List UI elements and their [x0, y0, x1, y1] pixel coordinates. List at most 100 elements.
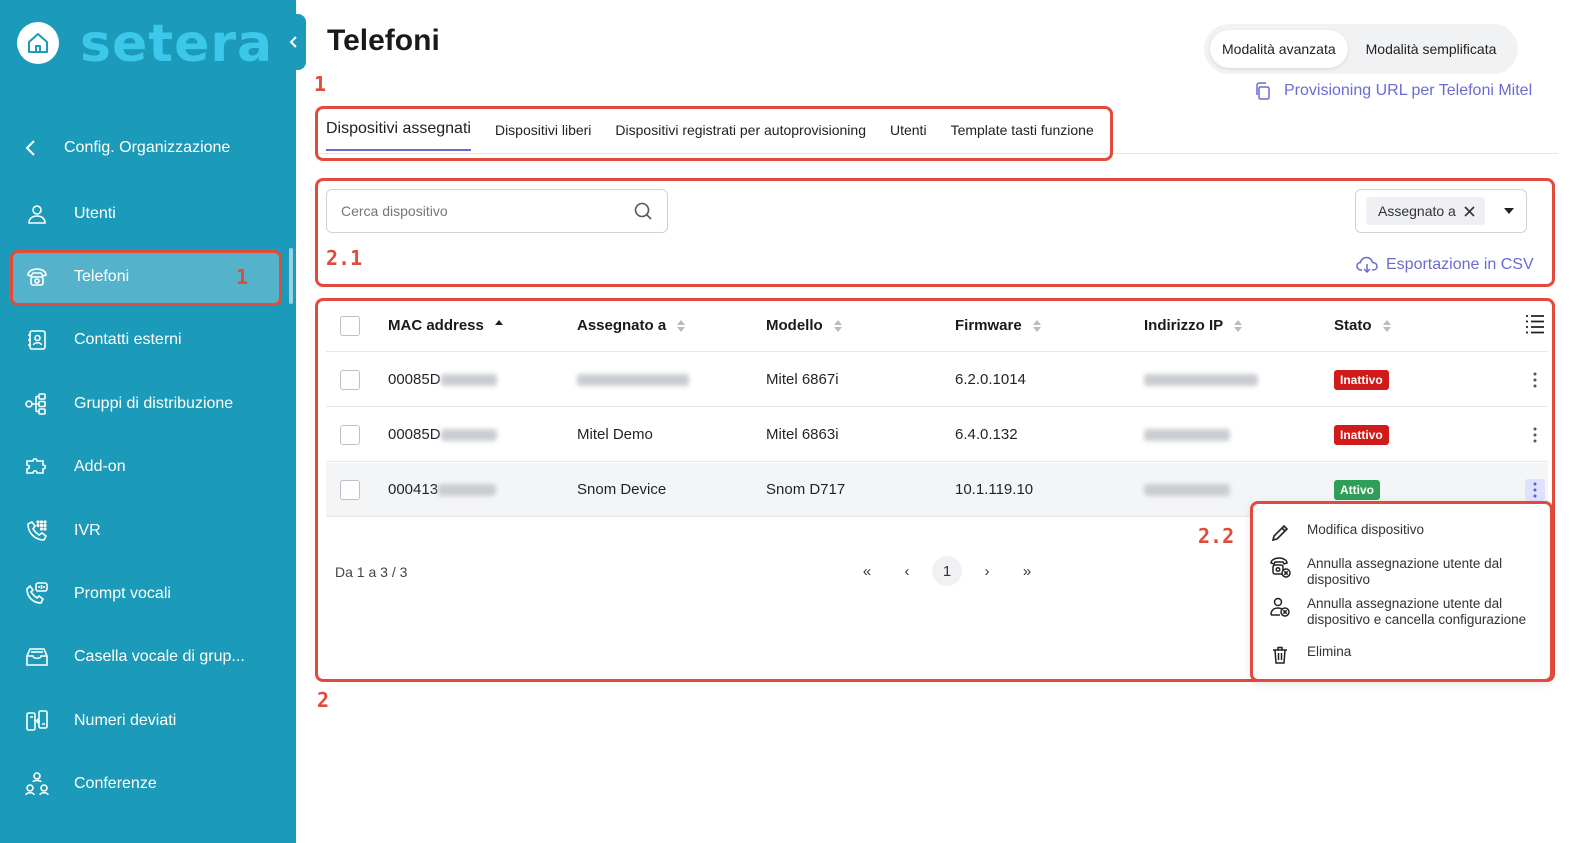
puzzle-icon	[26, 458, 47, 475]
row-checkbox[interactable]	[340, 424, 360, 445]
assigned-filter-select[interactable]: Assegnato a	[1355, 189, 1527, 233]
kebab-menu-icon	[1533, 482, 1537, 497]
hierarchy-icon	[25, 393, 46, 415]
redacted-text	[440, 429, 497, 442]
sort-icon	[1032, 319, 1041, 332]
column-header-status[interactable]: Stato	[1334, 317, 1392, 334]
sidebar-item-telefoni[interactable]: Telefoni 1	[0, 245, 296, 308]
chevron-left-icon	[25, 140, 35, 156]
annotation-tabs: 1	[314, 72, 327, 96]
sidebar-item-add-on[interactable]: Add-on	[0, 436, 296, 499]
tab-dispositivi-assegnati[interactable]: Dispositivi assegnati	[326, 120, 471, 151]
next-page-button[interactable]: ›	[972, 556, 1002, 586]
cell-model: Mitel 6867i	[766, 371, 839, 388]
row-actions-button[interactable]	[1525, 369, 1545, 391]
tab-template-tasti[interactable]: Template tasti funzione	[951, 122, 1094, 152]
pencil-icon	[1271, 524, 1289, 542]
sidebar-item-label: Add-on	[74, 458, 126, 476]
table-row[interactable]: 00085D Mitel 6867i 6.2.0.1014 Inattivo	[326, 353, 1548, 407]
csv-export-link[interactable]: Esportazione in CSV	[1356, 256, 1534, 274]
cell-status: Attivo	[1334, 479, 1380, 500]
sidebar-item-contatti-esterni[interactable]: Contatti esterni	[0, 309, 296, 372]
caret-down-icon[interactable]	[1503, 207, 1515, 215]
table-row[interactable]: 00085D Mitel Demo Mitel 6863i 6.4.0.132 …	[326, 408, 1548, 462]
first-page-button[interactable]: «	[852, 556, 882, 586]
column-header-ip[interactable]: Indirizzo IP	[1144, 317, 1243, 334]
home-button[interactable]	[17, 22, 59, 64]
column-header-model[interactable]: Modello	[766, 317, 843, 334]
column-header-assigned[interactable]: Assegnato a	[577, 317, 686, 334]
row-checkbox[interactable]	[340, 479, 360, 500]
menu-item-label: Annulla assegnazione utente dal disposit…	[1307, 596, 1527, 627]
sidebar-item-casella-vocale[interactable]: Casella vocale di grup...	[0, 626, 296, 689]
voice-prompt-icon	[26, 582, 48, 604]
sidebar-item-label: Casella vocale di grup...	[74, 648, 245, 666]
provisioning-link-label: Provisioning URL per Telefoni Mitel	[1284, 82, 1533, 99]
column-header-label: Assegnato a	[577, 317, 667, 334]
pagination: « ‹ 1 › »	[852, 556, 1042, 586]
sort-icon	[677, 319, 686, 332]
menu-item-delete[interactable]: Elimina	[1269, 644, 1351, 666]
mode-simple-button[interactable]: Modalità semplificata	[1354, 30, 1509, 68]
sidebar-item-label: Prompt vocali	[74, 585, 171, 603]
tab-utenti[interactable]: Utenti	[890, 122, 927, 152]
sidebar-scrollbar[interactable]	[289, 248, 293, 304]
mode-advanced-button[interactable]: Modalità avanzata	[1210, 30, 1348, 68]
last-page-button[interactable]: »	[1012, 556, 1042, 586]
tabs: Dispositivi assegnati Dispositivi liberi…	[326, 120, 1094, 152]
collapse-sidebar-button[interactable]	[282, 14, 306, 70]
status-badge: Inattivo	[1334, 369, 1389, 390]
column-header-firmware[interactable]: Firmware	[955, 317, 1042, 334]
sidebar-item-label: Telefoni	[74, 268, 130, 286]
redacted-text	[440, 374, 497, 387]
annotation-menu: 2.2	[1198, 524, 1235, 548]
sort-icon	[833, 319, 842, 332]
redacted-text	[577, 374, 689, 387]
sidebar-item-gruppi-distribuzione[interactable]: Gruppi di distribuzione	[0, 372, 296, 435]
tab-dispositivi-liberi[interactable]: Dispositivi liberi	[495, 122, 591, 152]
menu-item-label: Annulla assegnazione utente dal disposit…	[1307, 556, 1503, 587]
filter-chip: Assegnato a	[1366, 197, 1485, 225]
cell-status: Inattivo	[1334, 369, 1389, 390]
column-header-label: Firmware	[955, 317, 1022, 334]
column-header-mac[interactable]: MAC address	[388, 317, 504, 334]
provisioning-url-link[interactable]: Provisioning URL per Telefoni Mitel	[1254, 82, 1532, 100]
csv-export-label: Esportazione in CSV	[1386, 256, 1534, 273]
cell-firmware: 10.1.119.10	[955, 481, 1034, 498]
sidebar-item-conferenze[interactable]: Conferenze	[0, 753, 296, 816]
prev-page-button[interactable]: ‹	[892, 556, 922, 586]
row-actions-button[interactable]	[1525, 478, 1545, 501]
search-icon[interactable]	[633, 201, 653, 221]
menu-item-label: Elimina	[1307, 644, 1352, 659]
search-field	[326, 189, 668, 233]
menu-item-unassign-user[interactable]: Annulla assegnazione utente dal disposit…	[1269, 556, 1539, 588]
sidebar-item-prompt-vocali[interactable]: Prompt vocali	[0, 562, 296, 625]
row-actions-button[interactable]	[1525, 424, 1545, 446]
tab-dispositivi-autoprovisioning[interactable]: Dispositivi registrati per autoprovision…	[615, 122, 866, 152]
back-to-organization[interactable]: Config. Organizzazione	[24, 138, 230, 158]
cell-status: Inattivo	[1334, 424, 1389, 445]
cell-firmware: 6.4.0.132	[955, 426, 1018, 443]
mac-prefix: 00085D	[388, 426, 441, 443]
unassign-phone-icon	[1270, 557, 1291, 578]
sidebar-item-label: IVR	[74, 521, 101, 539]
sidebar-item-label: Numeri deviati	[74, 711, 177, 729]
chevron-left-icon	[289, 36, 297, 48]
search-input[interactable]	[341, 203, 611, 219]
page-title: Telefoni	[327, 24, 440, 57]
sidebar-item-ivr[interactable]: IVR	[0, 499, 296, 562]
user-icon	[28, 204, 46, 224]
table-header: MAC address Assegnato a Modello Firmware…	[326, 300, 1548, 352]
sidebar-item-numeri-deviati[interactable]: Numeri deviati	[0, 689, 296, 752]
menu-item-edit-device[interactable]: Modifica dispositivo	[1269, 522, 1424, 544]
menu-item-unassign-and-reset[interactable]: Annulla assegnazione utente dal disposit…	[1269, 596, 1549, 628]
cell-assigned	[577, 371, 689, 388]
cell-mac: 00085D	[388, 371, 497, 388]
close-icon[interactable]	[1464, 205, 1475, 217]
page-button-current[interactable]: 1	[932, 556, 962, 586]
select-all-checkbox[interactable]	[340, 315, 360, 336]
row-checkbox[interactable]	[340, 369, 360, 390]
mac-prefix: 00085D	[388, 371, 441, 388]
column-settings-button[interactable]	[1524, 313, 1546, 339]
sidebar-item-utenti[interactable]: Utenti	[0, 182, 296, 245]
